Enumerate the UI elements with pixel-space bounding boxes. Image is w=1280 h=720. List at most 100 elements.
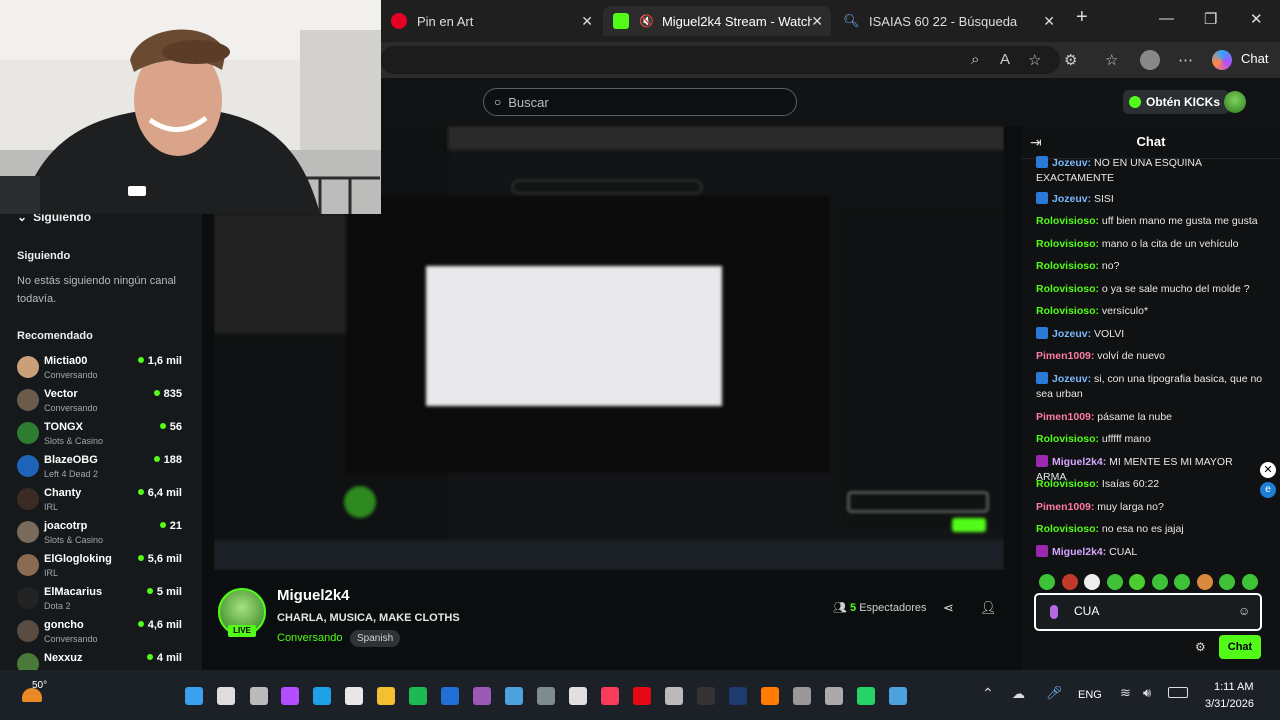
illustrator-icon[interactable] (761, 687, 779, 705)
settings-icon[interactable] (825, 687, 843, 705)
chat-username[interactable]: Jozeuv: (1052, 373, 1091, 385)
chat-username[interactable]: Jozeuv: (1052, 328, 1091, 340)
app-icon[interactable] (793, 687, 811, 705)
app-icon[interactable] (697, 687, 715, 705)
copilot-icon[interactable] (1212, 50, 1232, 70)
share-icon[interactable]: ⋖ (943, 600, 954, 616)
get-kicks-button[interactable]: Obtén KICKs (1123, 90, 1230, 114)
chat-username[interactable]: Miguel2k4: (1052, 546, 1106, 558)
file-explorer-icon[interactable] (377, 687, 395, 705)
chat-username[interactable]: Rolovisioso: (1036, 305, 1099, 317)
chat-username[interactable]: Pimen1009: (1036, 350, 1094, 362)
chat-username[interactable]: Miguel2k4: (1052, 456, 1106, 468)
app-icon[interactable] (473, 687, 491, 705)
sidebar-channel-item[interactable]: Chanty IRL 6,4 mil (17, 485, 189, 517)
chat-input[interactable]: CUA ☺ (1034, 593, 1262, 631)
emote-icon[interactable] (1039, 574, 1055, 590)
favorites-icon[interactable]: ☆ (1105, 51, 1118, 69)
chat-username[interactable]: Rolovisioso: (1036, 478, 1099, 490)
sidebar-channel-item[interactable]: TONGX Slots & Casino 56 (17, 419, 189, 451)
snipping-tool-icon[interactable] (505, 687, 523, 705)
edge-icon[interactable] (313, 687, 331, 705)
photoshop-icon[interactable] (729, 687, 747, 705)
chat-settings-icon[interactable]: ⚙ (1195, 640, 1206, 654)
chat-username[interactable]: Rolovisioso: (1036, 215, 1099, 227)
sidebar-channel-item[interactable]: ElGlogloking IRL 5,6 mil (17, 551, 189, 583)
mute-icon[interactable]: 🔇 (639, 14, 654, 28)
task-view-icon[interactable] (250, 687, 268, 705)
close-overlay-icon[interactable]: ✕ (1260, 462, 1276, 478)
wifi-icon[interactable]: ≋ (1120, 685, 1131, 701)
edge-sidebar-icon[interactable]: e (1260, 482, 1276, 498)
emote-icon[interactable] (1174, 574, 1190, 590)
defender-icon[interactable] (441, 687, 459, 705)
whatsapp-icon[interactable] (857, 687, 875, 705)
emote-icon[interactable] (1106, 574, 1123, 590)
read-aloud-icon[interactable]: A (1000, 51, 1010, 68)
sidebar-channel-item[interactable]: joacotrp Slots & Casino 21 (17, 518, 189, 550)
emote-icon[interactable] (1241, 574, 1258, 590)
stream-category-link[interactable]: Conversando (277, 632, 342, 644)
sidebar-channel-item[interactable]: BlazeOBG Left 4 Dead 2 188 (17, 452, 189, 484)
emote-icon[interactable] (1061, 574, 1078, 590)
more-icon[interactable]: ⋯ (1178, 51, 1193, 69)
emote-icon[interactable] (1129, 574, 1145, 590)
copilot-chat-label[interactable]: Chat (1241, 51, 1268, 66)
clock-time[interactable]: 1:11 AM (1214, 681, 1254, 693)
volume-icon[interactable]: 🔊︎ (1143, 685, 1151, 701)
address-field[interactable] (380, 46, 1060, 74)
chat-username[interactable]: Rolovisioso: (1036, 523, 1099, 535)
chat-username[interactable]: Rolovisioso: (1036, 260, 1099, 272)
zoom-icon[interactable]: ⌕ (971, 51, 979, 68)
follow-user-icon[interactable]: 👤︎ (980, 600, 997, 616)
close-tab-icon[interactable]: ✕ (811, 13, 823, 30)
chat-send-button[interactable]: Chat (1219, 635, 1261, 659)
chat-username[interactable]: Jozeuv: (1052, 193, 1091, 205)
copilot-icon[interactable] (281, 687, 299, 705)
sidebar-channel-item[interactable]: ElMacarius Dota 2 5 mil (17, 584, 189, 616)
music-icon[interactable] (601, 687, 619, 705)
extensions-icon[interactable]: ⚙ (1064, 51, 1077, 69)
emote-icon[interactable] (1196, 574, 1213, 590)
sidebar-channel-item[interactable]: Mictia00 Conversando 1,6 mil (17, 353, 189, 385)
emoji-picker-icon[interactable]: ☺ (1238, 604, 1250, 618)
tab-pin-en-art[interactable]: Pin en Art ✕ (381, 6, 601, 36)
streamer-name[interactable]: Miguel2k4 (277, 587, 350, 604)
emote-icon[interactable] (1151, 574, 1168, 590)
spotify-icon[interactable] (409, 687, 427, 705)
search-input[interactable]: ○ Buscar (483, 88, 797, 116)
profile-icon[interactable] (1140, 50, 1160, 70)
sidebar-channel-item[interactable]: Vector Conversando 835 (17, 386, 189, 418)
microphone-icon[interactable]: 🎤︎ (1046, 685, 1063, 701)
restore-icon[interactable]: ❐ (1204, 10, 1217, 28)
tab-miguel2k4-stream[interactable]: 🔇 Miguel2k4 Stream - Watch L ✕ (603, 6, 831, 36)
emote-icon[interactable] (1084, 574, 1100, 590)
close-window-icon[interactable]: ✕ (1250, 10, 1263, 28)
sidebar-channel-item[interactable]: goncho Conversando 4,6 mil (17, 617, 189, 649)
paint-icon[interactable] (569, 687, 587, 705)
tab-isaias-busqueda[interactable]: 🔍︎ ISAIAS 60 22 - Búsqueda ✕ (833, 6, 1063, 36)
clock-date[interactable]: 3/31/2026 (1205, 698, 1254, 710)
close-tab-icon[interactable]: ✕ (1043, 13, 1055, 30)
new-tab-icon[interactable]: + (1076, 6, 1088, 29)
chat-username[interactable]: Rolovisioso: (1036, 433, 1099, 445)
windows-start-icon[interactable] (185, 687, 203, 705)
language-indicator[interactable]: ENG (1078, 689, 1102, 701)
calendar-icon[interactable] (345, 687, 363, 705)
chat-username[interactable]: Rolovisioso: (1036, 238, 1099, 250)
chat-username[interactable]: Jozeuv: (1052, 157, 1091, 169)
emote-icon[interactable] (1219, 574, 1235, 590)
chat-username[interactable]: Pimen1009: (1036, 411, 1094, 423)
tray-chevron-icon[interactable]: ⌃ (982, 685, 994, 702)
user-avatar[interactable] (1224, 91, 1246, 113)
chat-username[interactable]: Pimen1009: (1036, 501, 1094, 513)
minimize-icon[interactable]: — (1159, 10, 1174, 27)
search-icon[interactable] (217, 687, 235, 705)
battery-icon[interactable] (1168, 687, 1188, 698)
onedrive-icon[interactable]: ☁ (1012, 686, 1025, 702)
app-icon[interactable] (537, 687, 555, 705)
language-tag[interactable]: Spanish (350, 630, 401, 647)
calculator-icon[interactable] (665, 687, 683, 705)
chat-username[interactable]: Rolovisioso: (1036, 283, 1099, 295)
close-tab-icon[interactable]: ✕ (581, 13, 593, 30)
